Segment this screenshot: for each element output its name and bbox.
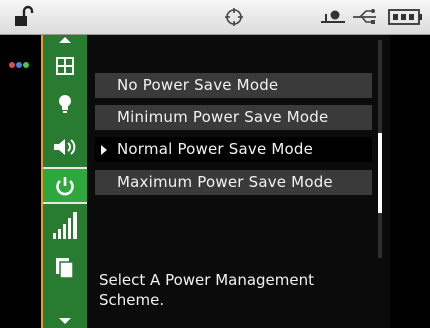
option-normal-power-save[interactable]: Normal Power Save Mode [95, 137, 372, 162]
unlock-icon [15, 5, 34, 26]
signal-bars-icon [53, 211, 77, 239]
battery-icon [388, 9, 422, 25]
nav-rail [43, 35, 87, 328]
nav-power[interactable] [43, 167, 87, 204]
option-no-power-save[interactable]: No Power Save Mode [95, 73, 372, 98]
right-strip [390, 35, 430, 328]
app-dots [9, 53, 30, 72]
usb-icon [353, 9, 376, 24]
option-minimum-power-save[interactable]: Minimum Power Save Mode [95, 105, 372, 130]
green-dot [23, 62, 29, 68]
power-icon [56, 176, 74, 195]
grid-icon [56, 56, 74, 75]
red-dot [9, 62, 15, 68]
prompt-text: Select A Power Management Scheme. [99, 271, 315, 309]
scrollbar-thumb[interactable] [378, 133, 382, 213]
crosshair-icon [225, 8, 243, 26]
scroll-down-arrow-icon[interactable] [59, 318, 71, 324]
bulb-icon [59, 94, 71, 113]
option-label: Normal Power Save Mode [117, 140, 314, 158]
nav-signal[interactable] [43, 207, 87, 244]
nav-grid[interactable] [43, 47, 87, 84]
option-maximum-power-save[interactable]: Maximum Power Save Mode [95, 170, 372, 195]
usb-device-icon [321, 10, 345, 23]
speaker-icon [54, 138, 76, 155]
nav-copy[interactable] [43, 249, 87, 286]
selected-marker-icon [101, 145, 107, 155]
nav-bulb[interactable] [43, 85, 87, 122]
option-label: Maximum Power Save Mode [117, 173, 333, 191]
scroll-up-arrow-icon[interactable] [59, 37, 71, 43]
status-bar [0, 0, 430, 35]
blue-dot [16, 62, 22, 68]
nav-sound[interactable] [43, 128, 87, 165]
option-label: Minimum Power Save Mode [117, 108, 329, 126]
copy-pages-icon [56, 257, 74, 279]
left-strip [0, 35, 41, 328]
option-label: No Power Save Mode [117, 76, 279, 94]
